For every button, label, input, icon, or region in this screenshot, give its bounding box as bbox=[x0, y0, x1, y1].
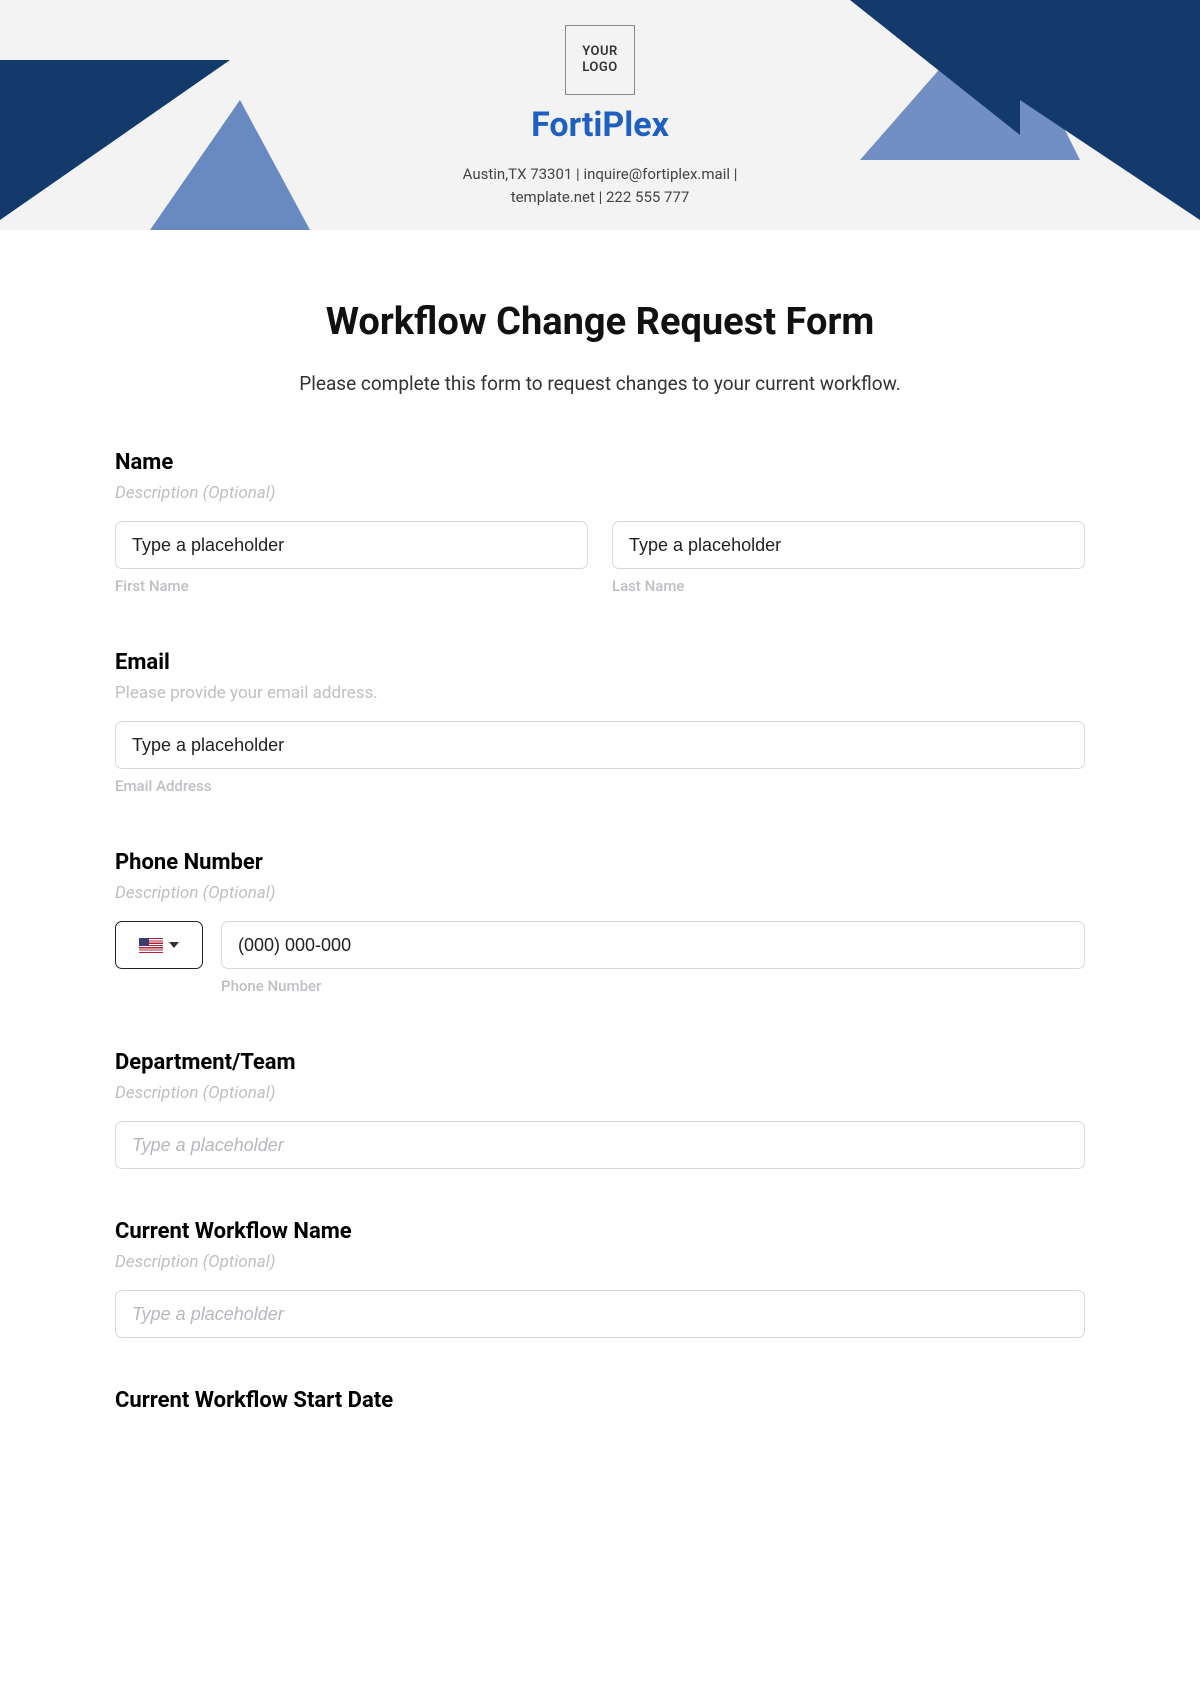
field-name: Name Description (Optional) First Name L… bbox=[115, 450, 1085, 595]
form-content: Workflow Change Request Form Please comp… bbox=[0, 230, 1200, 1413]
email-label: Email bbox=[115, 650, 1085, 675]
logo-placeholder: YOUR LOGO bbox=[565, 25, 635, 95]
name-desc: Description (Optional) bbox=[115, 483, 1085, 503]
last-name-sublabel: Last Name bbox=[612, 577, 1085, 595]
country-code-select[interactable] bbox=[115, 921, 203, 969]
email-input[interactable] bbox=[115, 721, 1085, 769]
field-workflow-start-date: Current Workflow Start Date bbox=[115, 1388, 1085, 1413]
field-phone: Phone Number Description (Optional) Phon… bbox=[115, 850, 1085, 995]
contact-line-1: Austin,TX 73301 | inquire@fortiplex.mail… bbox=[463, 165, 738, 183]
field-workflow-name: Current Workflow Name Description (Optio… bbox=[115, 1219, 1085, 1338]
workflow-name-desc: Description (Optional) bbox=[115, 1252, 1085, 1272]
form-title: Workflow Change Request Form bbox=[115, 300, 1085, 344]
first-name-input[interactable] bbox=[115, 521, 588, 569]
chevron-down-icon bbox=[169, 942, 179, 948]
department-label: Department/Team bbox=[115, 1050, 1085, 1075]
workflow-name-label: Current Workflow Name bbox=[115, 1219, 1085, 1244]
brand-name: FortiPlex bbox=[0, 105, 1200, 145]
last-name-input[interactable] bbox=[612, 521, 1085, 569]
workflow-name-input[interactable] bbox=[115, 1290, 1085, 1338]
email-desc: Please provide your email address. bbox=[115, 683, 1085, 703]
header-banner: YOUR LOGO FortiPlex Austin,TX 73301 | in… bbox=[0, 0, 1200, 230]
phone-label: Phone Number bbox=[115, 850, 1085, 875]
phone-desc: Description (Optional) bbox=[115, 883, 1085, 903]
contact-info: Austin,TX 73301 | inquire@fortiplex.mail… bbox=[0, 163, 1200, 208]
form-intro: Please complete this form to request cha… bbox=[115, 372, 1085, 395]
name-label: Name bbox=[115, 450, 1085, 475]
us-flag-icon bbox=[139, 938, 163, 953]
first-name-sublabel: First Name bbox=[115, 577, 588, 595]
phone-input[interactable] bbox=[221, 921, 1085, 969]
workflow-start-date-label: Current Workflow Start Date bbox=[115, 1388, 1085, 1413]
phone-sublabel: Phone Number bbox=[221, 977, 1085, 995]
field-email: Email Please provide your email address.… bbox=[115, 650, 1085, 795]
department-input[interactable] bbox=[115, 1121, 1085, 1169]
email-sublabel: Email Address bbox=[115, 777, 1085, 795]
field-department: Department/Team Description (Optional) bbox=[115, 1050, 1085, 1169]
contact-line-2: template.net | 222 555 777 bbox=[511, 188, 690, 206]
department-desc: Description (Optional) bbox=[115, 1083, 1085, 1103]
